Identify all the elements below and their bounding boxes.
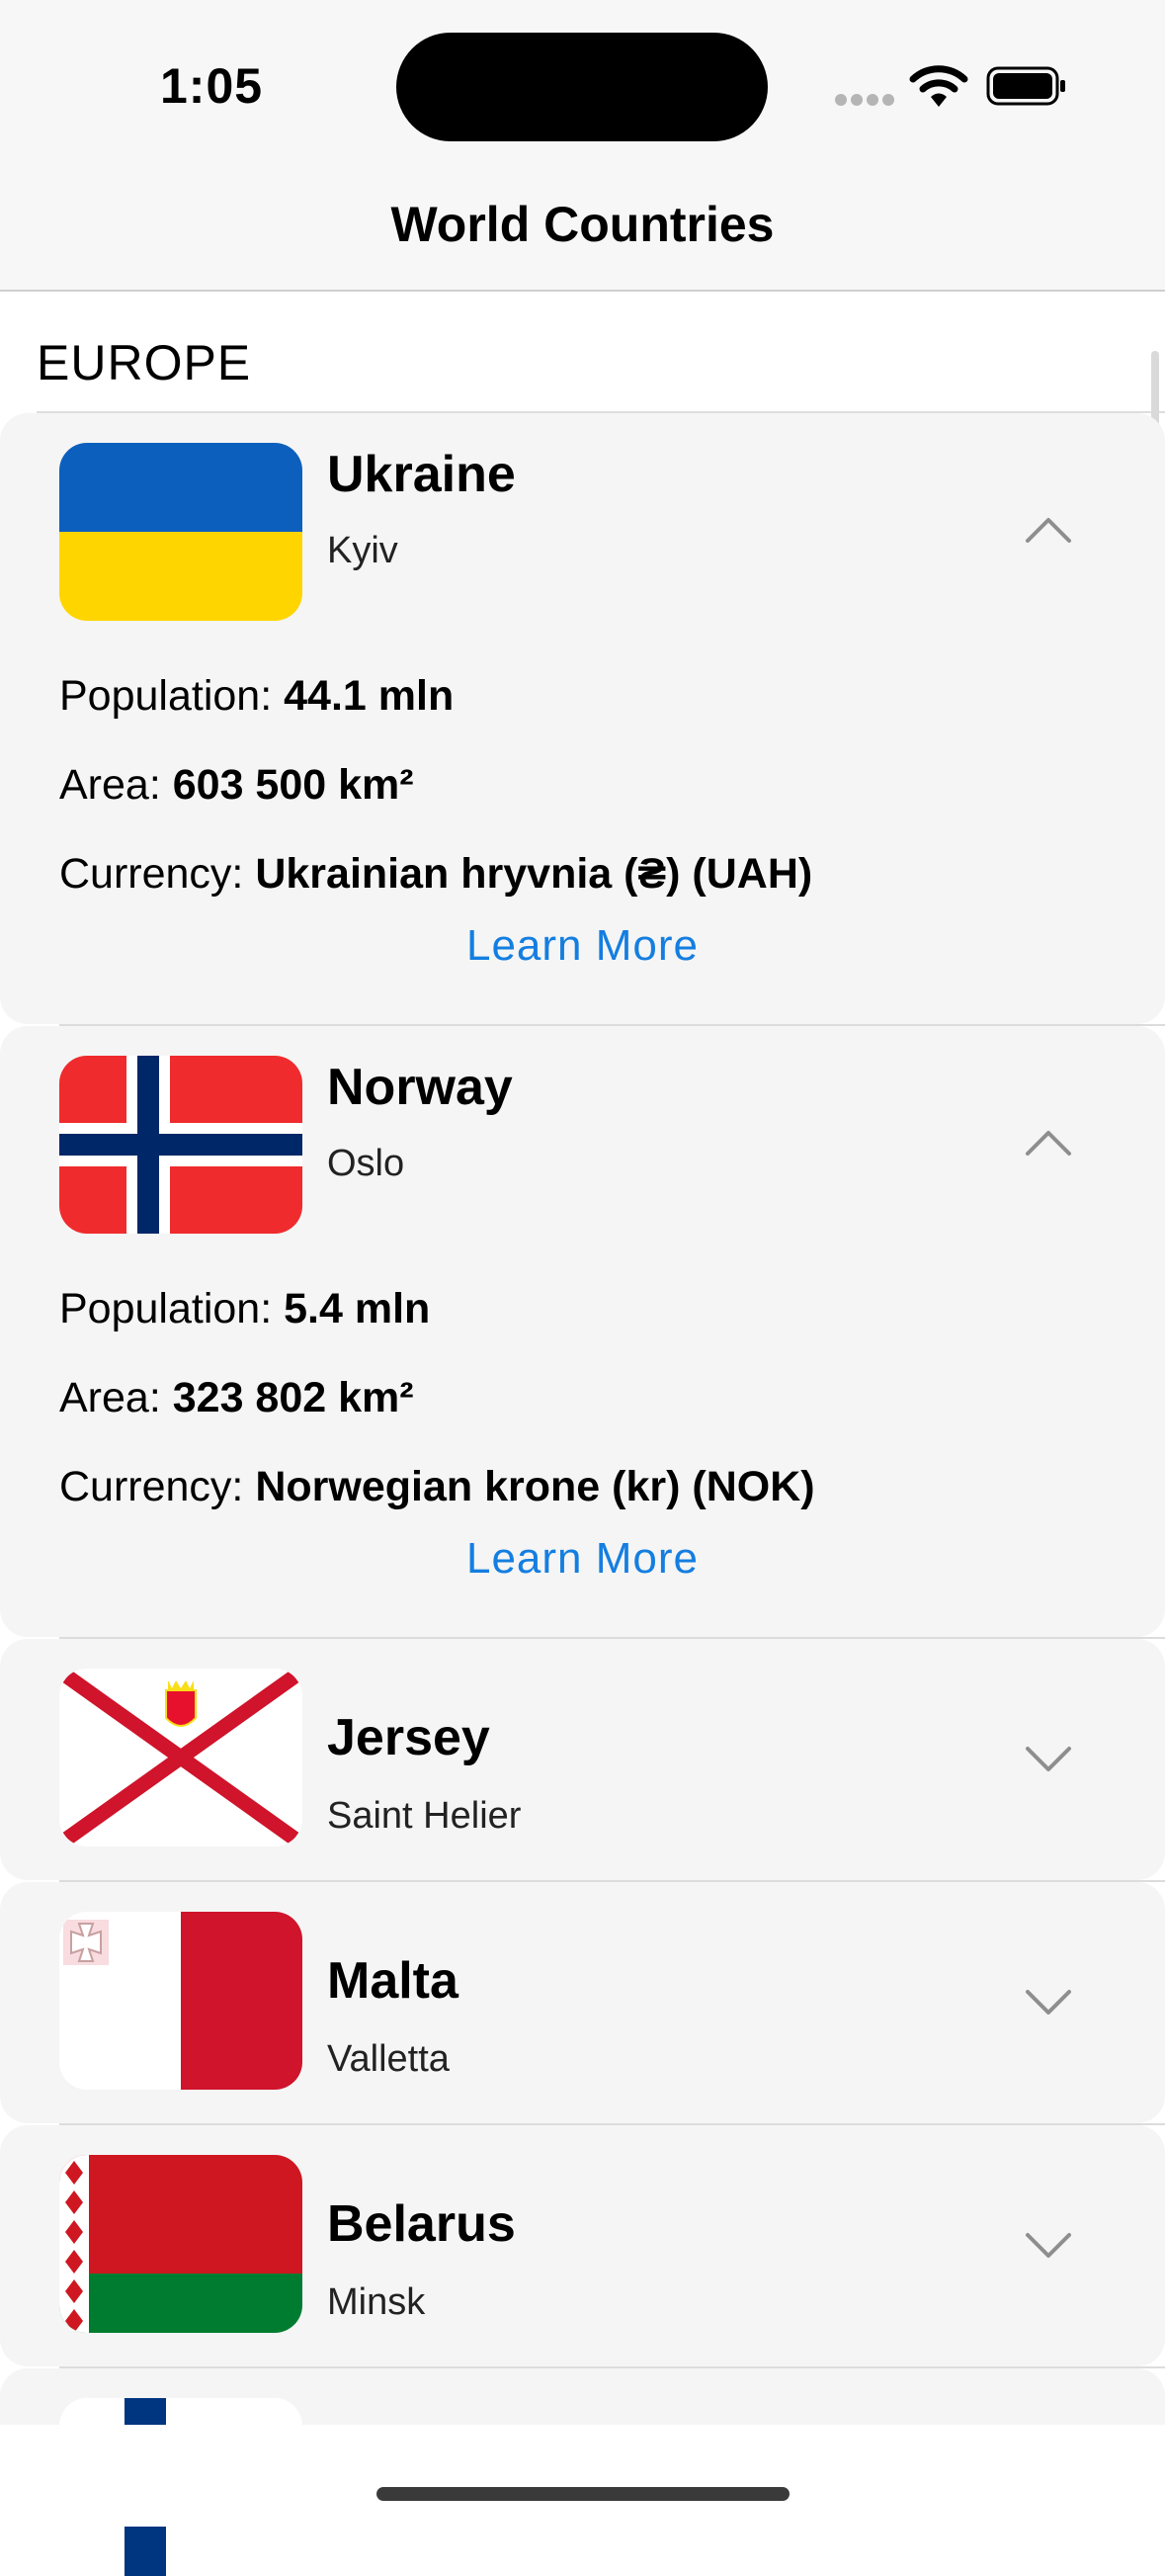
country-card-ukraine[interactable]: Ukraine Kyiv Population: 44.1 mln Area: …	[0, 413, 1165, 1024]
chevron-down-icon[interactable]	[1025, 2232, 1072, 2260]
area-label: Area:	[59, 761, 161, 809]
population-value: 5.4 mln	[284, 1285, 431, 1332]
country-card-malta[interactable]: Malta Valletta	[0, 1882, 1165, 2123]
country-capital: Minsk	[327, 2281, 426, 2323]
belarus-flag-icon	[59, 2155, 302, 2333]
area-value: 323 802 km²	[172, 1374, 414, 1421]
country-card-norway[interactable]: Norway Oslo Population: 5.4 mln Area: 32…	[0, 1026, 1165, 1637]
population-value: 44.1 mln	[284, 672, 455, 720]
page-title: World Countries	[390, 197, 775, 252]
country-name: Norway	[327, 1059, 513, 1116]
country-capital: Oslo	[327, 1143, 405, 1184]
country-card-jersey[interactable]: Jersey Saint Helier	[0, 1639, 1165, 1880]
chevron-up-icon[interactable]	[1025, 516, 1072, 544]
currency-row: Currency: Ukrainian hryvnia (₴) (UAH)	[59, 850, 812, 899]
home-indicator-area	[0, 2425, 1165, 2527]
country-name: Jersey	[327, 1709, 490, 1766]
norway-flag-icon	[59, 1056, 302, 1234]
battery-icon	[986, 66, 1065, 106]
navigation-bar: World Countries	[0, 178, 1165, 292]
country-name: Malta	[327, 1952, 458, 2010]
currency-value: Ukrainian hryvnia (₴) (UAH)	[255, 850, 813, 898]
country-capital: Saint Helier	[327, 1795, 522, 1837]
area-value: 603 500 km²	[172, 761, 414, 809]
area-row: Area: 323 802 km²	[59, 1374, 414, 1422]
area-row: Area: 603 500 km²	[59, 761, 414, 810]
ukraine-flag-icon	[59, 443, 302, 621]
chevron-up-icon[interactable]	[1025, 1129, 1072, 1157]
status-bar: 1:05	[0, 0, 1165, 178]
currency-row: Currency: Norwegian krone (kr) (NOK)	[59, 1463, 815, 1511]
dynamic-island	[396, 33, 768, 141]
learn-more-link[interactable]: Learn More	[0, 1534, 1165, 1584]
population-row: Population: 44.1 mln	[59, 672, 454, 721]
jersey-flag-icon	[59, 1669, 302, 1846]
currency-label: Currency:	[59, 850, 244, 898]
status-time: 1:05	[160, 58, 264, 114]
population-label: Population:	[59, 672, 273, 720]
wifi-icon	[909, 65, 968, 107]
population-label: Population:	[59, 1285, 273, 1332]
section-header-europe: EUROPE	[37, 335, 252, 390]
area-label: Area:	[59, 1374, 161, 1421]
population-row: Population: 5.4 mln	[59, 1285, 430, 1333]
country-name: Ukraine	[327, 446, 516, 503]
chevron-down-icon[interactable]	[1025, 1989, 1072, 2017]
country-capital: Kyiv	[327, 530, 398, 571]
country-capital: Valletta	[327, 2038, 450, 2080]
currency-label: Currency:	[59, 1463, 244, 1510]
country-card-belarus[interactable]: Belarus Minsk	[0, 2125, 1165, 2366]
malta-flag-icon	[59, 1912, 302, 2090]
home-indicator[interactable]	[376, 2487, 790, 2501]
chevron-down-icon[interactable]	[1025, 1746, 1072, 1773]
currency-value: Norwegian krone (kr) (NOK)	[255, 1463, 815, 1510]
country-name: Belarus	[327, 2195, 516, 2253]
cellular-signal-icon	[835, 93, 898, 111]
learn-more-link[interactable]: Learn More	[0, 921, 1165, 971]
